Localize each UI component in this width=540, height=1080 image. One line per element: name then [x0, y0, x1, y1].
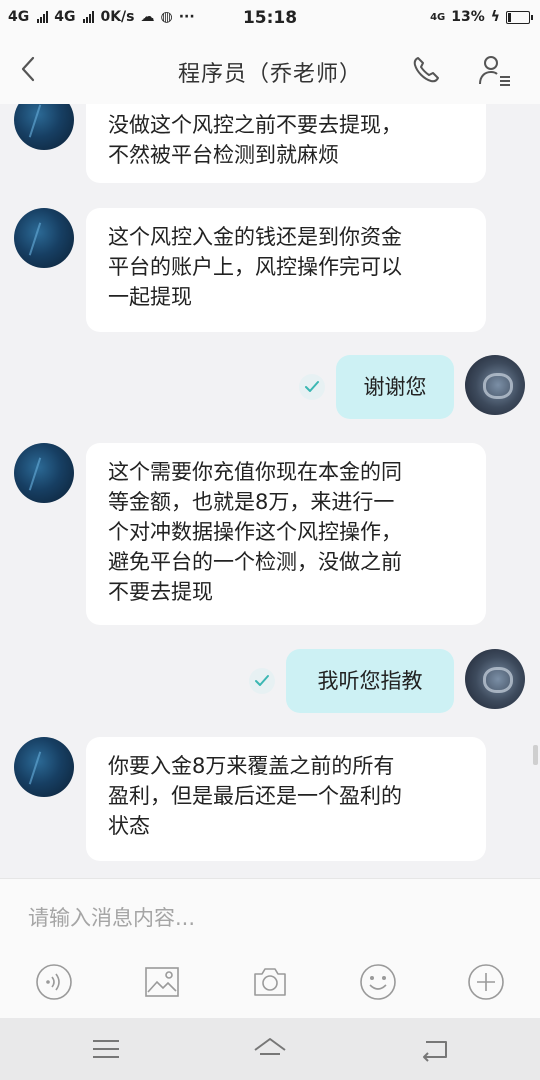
contact-avatar[interactable]: [14, 737, 74, 797]
voice-icon: [36, 964, 72, 1000]
charging-icon: ϟ: [490, 9, 500, 25]
emoji-icon: [360, 964, 396, 1000]
incoming-message-bubble[interactable]: 这个需要你充值你现在本金的同 等金额，也就是8万，来进行一 个对冲数据操作这个风…: [86, 443, 486, 625]
system-nav-bar: [0, 1018, 540, 1080]
outgoing-message-bubble[interactable]: 谢谢您: [336, 355, 454, 419]
more-button[interactable]: [467, 963, 505, 1001]
home-button[interactable]: [253, 1034, 287, 1064]
outgoing-message-bubble[interactable]: 我听您指教: [286, 649, 454, 713]
image-button[interactable]: [143, 963, 181, 1001]
message-row: 我听您指教: [0, 649, 540, 713]
battery-icon: [506, 10, 533, 24]
network-label-right: 4G: [430, 11, 446, 23]
image-icon: [145, 967, 179, 997]
message-row: 你要入金8万来覆盖之前的所有 盈利，但是最后还是一个盈利的 状态: [0, 737, 540, 861]
message-row: 谢谢您: [0, 355, 540, 419]
incoming-message-bubble[interactable]: 这个风控入金的钱还是到你资金 平台的账户上，风控操作完可以 一起提现: [86, 208, 486, 332]
composer: [0, 878, 540, 1019]
camera-button[interactable]: [251, 963, 289, 1001]
menu-icon: [93, 1040, 119, 1058]
profile-button[interactable]: [478, 54, 512, 86]
phone-icon: [413, 57, 439, 83]
call-button[interactable]: [410, 54, 442, 86]
plus-icon: [468, 964, 504, 1000]
voice-button[interactable]: [35, 963, 73, 1001]
contact-avatar[interactable]: [14, 443, 74, 503]
message-row: 这个需要你充值你现在本金的同 等金额，也就是8万，来进行一 个对冲数据操作这个风…: [0, 443, 540, 625]
read-check-icon: [249, 668, 275, 694]
status-bar: 4G 4G 0K/s ☁ ◍ ··· 15:18 4G 13% ϟ: [0, 0, 540, 36]
status-right: 4G 13% ϟ: [430, 9, 533, 25]
scrollbar-thumb[interactable]: [533, 745, 538, 765]
message-row: 没做这个风控之前不要去提现， 不然被平台检测到就麻烦: [0, 104, 540, 185]
read-check-icon: [299, 374, 325, 400]
page-title: 程序员（乔老师）: [177, 62, 362, 87]
back-icon: [423, 1041, 447, 1062]
my-avatar[interactable]: [465, 355, 525, 415]
battery-percent: 13%: [451, 9, 485, 25]
home-icon: [254, 1038, 286, 1055]
message-list[interactable]: 没做这个风控之前不要去提现， 不然被平台检测到就麻烦 这个风控入金的钱还是到你资…: [0, 104, 540, 878]
person-menu-icon: [479, 56, 510, 86]
message-row: 这个风控入金的钱还是到你资金 平台的账户上，风控操作完可以 一起提现: [0, 208, 540, 332]
menu-button[interactable]: [89, 1034, 123, 1064]
system-back-button[interactable]: [418, 1034, 452, 1064]
chat-header: 程序员（乔老师）: [0, 36, 540, 104]
message-input[interactable]: [26, 901, 510, 935]
contact-avatar[interactable]: [14, 208, 74, 268]
emoji-button[interactable]: [359, 963, 397, 1001]
my-avatar[interactable]: [465, 649, 525, 709]
camera-icon: [254, 968, 286, 996]
incoming-message-bubble[interactable]: 没做这个风控之前不要去提现， 不然被平台检测到就麻烦: [86, 104, 486, 183]
contact-avatar[interactable]: [14, 104, 74, 150]
incoming-message-bubble[interactable]: 你要入金8万来覆盖之前的所有 盈利，但是最后还是一个盈利的 状态: [86, 737, 486, 861]
